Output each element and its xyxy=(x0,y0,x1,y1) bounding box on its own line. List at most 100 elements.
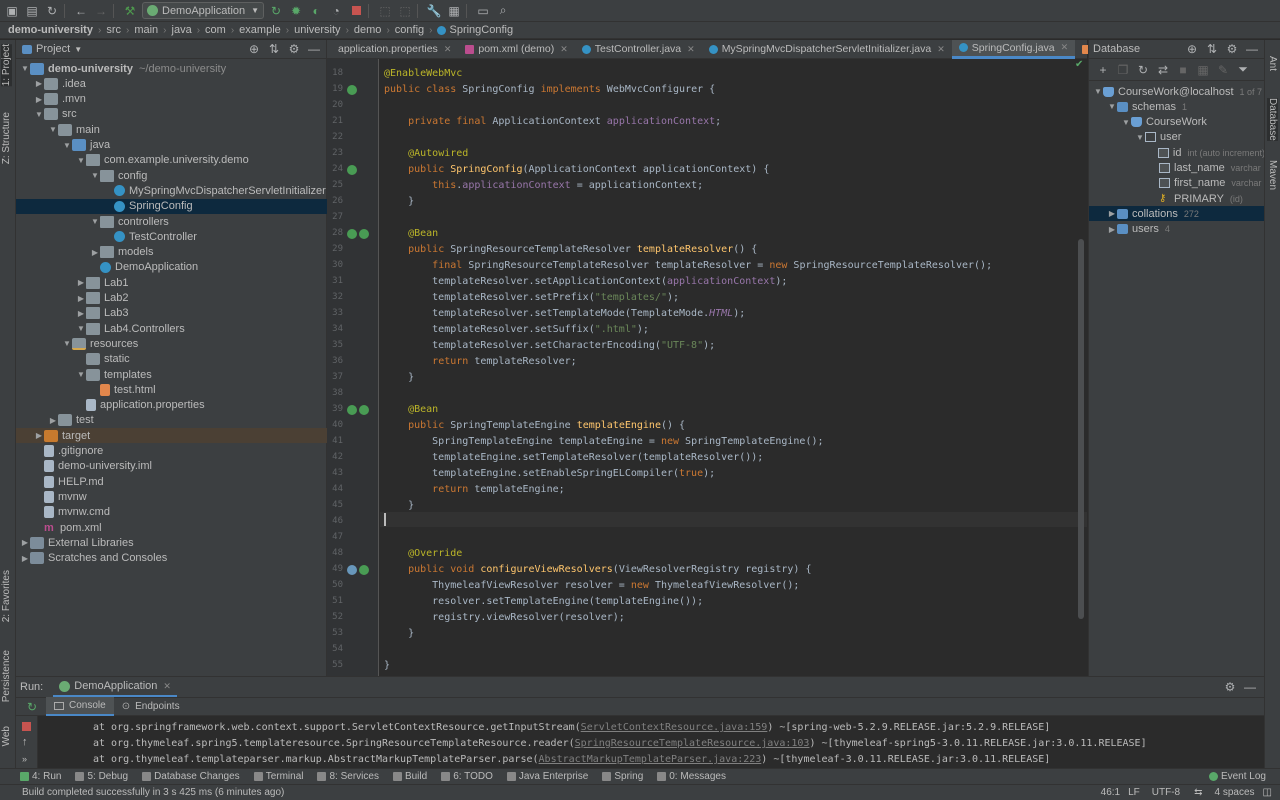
project-tree-item[interactable]: DemoApplication xyxy=(16,260,327,275)
editor-tab[interactable]: pom.xml (demo) ✕ xyxy=(458,40,574,59)
editor-tab[interactable]: SpringConfig.java ✕ xyxy=(951,39,1076,59)
project-tree-item[interactable]: m pom.xml xyxy=(16,520,327,535)
inspection-ok-icon[interactable]: ✔ xyxy=(1075,59,1083,70)
code-line[interactable]: SpringTemplateEngine templateEngine = ne… xyxy=(384,436,823,447)
locate-icon[interactable]: ⊕ xyxy=(1184,41,1200,57)
line-number[interactable]: 52 xyxy=(327,612,343,622)
memory-indicator-icon[interactable]: ◫ xyxy=(1263,787,1272,798)
project-tree-item[interactable]: ▼ templates xyxy=(16,367,327,382)
code-line[interactable]: return templateEngine; xyxy=(384,484,564,495)
line-number[interactable]: 18 xyxy=(327,68,343,78)
database-tree-item[interactable]: ▶ users 4 xyxy=(1089,222,1265,237)
line-number[interactable]: 29 xyxy=(327,244,343,254)
line-number[interactable]: 55 xyxy=(327,660,343,670)
project-tree-item[interactable]: ▼ resources xyxy=(16,336,327,351)
tool-window-button[interactable]: 4: Run xyxy=(20,771,61,782)
bean-navigation-icon[interactable] xyxy=(359,229,369,239)
code-line[interactable]: resolver.setTemplateEngine(templateEngin… xyxy=(384,596,703,607)
line-number[interactable]: 44 xyxy=(327,484,343,494)
project-tree-item[interactable]: mvnw.cmd xyxy=(16,505,327,520)
breadcrumb-item[interactable]: demo xyxy=(354,24,382,36)
expand-down-icon[interactable]: ▼ xyxy=(90,171,100,180)
code-line[interactable]: @Autowired xyxy=(384,148,468,159)
coverage-icon[interactable]: ◐ xyxy=(308,3,324,19)
copy-icon[interactable]: ❐ xyxy=(1115,62,1131,78)
project-tree-item[interactable]: ▶ Lab3 xyxy=(16,306,327,321)
breadcrumb-item[interactable]: config xyxy=(395,24,424,36)
expand-right-icon[interactable]: ▶ xyxy=(1107,225,1117,234)
project-tree-item[interactable]: ▶ Lab1 xyxy=(16,275,327,290)
line-number[interactable]: 54 xyxy=(327,644,343,654)
tool-window-button[interactable]: Spring xyxy=(602,771,643,782)
code-line[interactable]: registry.viewResolver(resolver); xyxy=(384,612,625,623)
expand-down-icon[interactable]: ▼ xyxy=(20,64,30,73)
database-tree-item[interactable]: id int (auto increment) xyxy=(1089,145,1265,160)
profile-icon[interactable]: ◔ xyxy=(328,3,344,19)
project-tree-item[interactable]: test.html xyxy=(16,382,327,397)
tab-console[interactable]: Console xyxy=(46,697,114,716)
code-line[interactable]: @Bean xyxy=(384,228,438,239)
editor-tab[interactable]: TestController.java ✕ xyxy=(575,40,702,59)
project-tree-item[interactable]: ▼ java xyxy=(16,138,327,153)
code-line[interactable]: } xyxy=(384,660,390,671)
expand-down-icon[interactable]: ▼ xyxy=(90,217,100,226)
project-tree-item[interactable]: ▼ src xyxy=(16,107,327,122)
code-line[interactable]: return templateResolver; xyxy=(384,356,577,367)
line-number[interactable]: 49 xyxy=(327,564,343,574)
expand-right-icon[interactable]: ▶ xyxy=(20,538,30,547)
schema-sync-icon[interactable]: ⇄ xyxy=(1155,62,1171,78)
breadcrumb-item[interactable]: java xyxy=(172,24,192,36)
code-line[interactable]: public class SpringConfig implements Web… xyxy=(384,84,715,95)
vcs-update-icon[interactable]: ⬚ xyxy=(397,3,413,19)
expand-down-icon[interactable]: ▼ xyxy=(1135,133,1145,142)
tab-endpoints[interactable]: ⊙ Endpoints xyxy=(114,697,188,716)
code-line[interactable]: templateEngine.setEnableSpringELCompiler… xyxy=(384,468,715,479)
line-number[interactable]: 26 xyxy=(327,196,343,206)
locate-icon[interactable]: ⊕ xyxy=(246,41,262,57)
annotation-icon[interactable] xyxy=(359,565,369,575)
line-number[interactable]: 50 xyxy=(327,580,343,590)
project-tree-item[interactable]: ▼ controllers xyxy=(16,214,327,229)
code-line[interactable]: this.applicationContext = applicationCon… xyxy=(384,180,703,191)
breadcrumb-item[interactable]: src xyxy=(106,24,121,36)
gear-icon[interactable]: ⚙ xyxy=(286,41,302,57)
code-line[interactable]: public SpringTemplateEngine templateEngi… xyxy=(384,420,685,431)
tool-window-button[interactable]: 5: Debug xyxy=(75,771,128,782)
expand-right-icon[interactable]: ▶ xyxy=(76,309,86,318)
tab-persistence[interactable]: Persistence xyxy=(1,650,12,702)
run-config-tab[interactable]: DemoApplication ✕ xyxy=(53,677,177,697)
line-number[interactable]: 31 xyxy=(327,276,343,286)
breadcrumb-item[interactable]: university xyxy=(294,24,340,36)
code-line[interactable]: } xyxy=(384,372,414,383)
line-number[interactable]: 25 xyxy=(327,180,343,190)
line-number[interactable]: 24 xyxy=(327,164,343,174)
database-tree-item[interactable]: ▼ CourseWork xyxy=(1089,115,1265,130)
code-line[interactable]: @Override xyxy=(384,548,462,559)
minimize-icon[interactable]: — xyxy=(1244,41,1260,57)
save-icon[interactable]: ▤ xyxy=(24,3,40,19)
breadcrumb-item[interactable]: example xyxy=(239,24,281,36)
expand-right-icon[interactable]: ▶ xyxy=(90,248,100,257)
stop-icon[interactable]: ■ xyxy=(1175,62,1191,78)
database-tree-item[interactable]: ▼ schemas 1 xyxy=(1089,99,1265,114)
tool-window-button[interactable]: Java Enterprise xyxy=(506,771,588,782)
debug-icon[interactable]: ✹ xyxy=(288,3,304,19)
close-icon[interactable]: ✕ xyxy=(937,44,945,55)
code-line[interactable]: } xyxy=(384,500,414,511)
tab-structure[interactable]: Z: Structure xyxy=(1,112,12,164)
project-tree-item[interactable]: mvnw xyxy=(16,489,327,504)
spring-bean-icon[interactable] xyxy=(347,165,357,175)
line-number[interactable]: 22 xyxy=(327,132,343,142)
close-icon[interactable]: ✕ xyxy=(560,44,568,55)
stacktrace-link[interactable]: SpringResourceTemplateResource.java:103 xyxy=(575,738,810,749)
project-tree-item[interactable]: ▼ Lab4.Controllers xyxy=(16,321,327,336)
line-number[interactable]: 36 xyxy=(327,356,343,366)
build-icon[interactable]: ⚒ xyxy=(122,3,138,19)
database-tree-item[interactable]: ⚷ PRIMARY (id) xyxy=(1089,191,1265,206)
editor-gutter[interactable]: 18 19 20 21 22 23 24 25 26 27 28 29 30 31 32 33 34 35 36 37… xyxy=(327,59,379,676)
breadcrumb-item[interactable]: com xyxy=(205,24,226,36)
tool-window-button[interactable]: Build xyxy=(392,771,427,782)
line-number[interactable]: 21 xyxy=(327,116,343,126)
tab-ant[interactable]: Ant xyxy=(1267,56,1278,71)
expand-down-icon[interactable]: ▼ xyxy=(1121,118,1131,127)
